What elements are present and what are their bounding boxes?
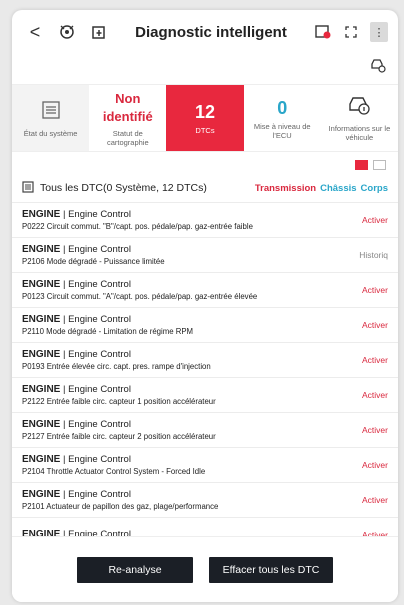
dtc-system: ENGINE — [22, 243, 61, 255]
dtc-description: Mode dégradé - Limitation de régime RPM — [46, 326, 194, 336]
view-toggle — [12, 152, 398, 178]
dtc-module: Engine Control — [68, 418, 131, 430]
reanalyse-button[interactable]: Re-analyse — [77, 556, 193, 583]
list-view-icon[interactable] — [355, 160, 368, 170]
dtc-status: Activer — [362, 495, 388, 505]
dtc-system: ENGINE — [22, 313, 61, 325]
dtc-row[interactable]: ENGINE | Engine Control P2127 Entrée fai… — [12, 412, 398, 447]
dtc-row[interactable]: ENGINE | Engine Control P0222 Circuit co… — [12, 202, 398, 237]
more-menu-icon[interactable]: ⋮ — [370, 22, 388, 42]
dtc-count-value: 12 — [194, 102, 216, 122]
system-state-label: État du système — [23, 128, 78, 138]
grid-view-icon[interactable] — [373, 160, 386, 170]
top-bar: < Diagnostic intelligent ⋮ — [12, 10, 398, 54]
dtc-list: ENGINE | Engine Control P0222 Circuit co… — [12, 202, 398, 552]
dtc-row[interactable]: ENGINE | Engine Control P2101 Actuateur … — [12, 482, 398, 517]
dtc-module: Engine Control — [68, 243, 131, 255]
dtc-code: P2104 — [22, 466, 45, 476]
dtc-row[interactable]: ENGINE | Engine Control P2110 Mode dégra… — [12, 307, 398, 342]
system-list-icon — [40, 99, 62, 126]
dtc-system: ENGINE — [22, 208, 61, 220]
dtc-row[interactable]: ENGINE | Engine Control P0123 Circuit co… — [12, 272, 398, 307]
ecu-upgrade-value: 0 — [277, 97, 288, 118]
vehicle-info-label: Informations sur le véhicule — [328, 124, 391, 142]
dtc-code: P2122 — [22, 396, 45, 406]
clear-all-dtc-button[interactable]: Effacer tous les DTC — [209, 556, 333, 583]
mapping-status-value: Non identifié — [102, 90, 153, 124]
dtc-code: P2101 — [22, 501, 45, 511]
dtc-row[interactable]: ENGINE | Engine Control P2106 Mode dégra… — [12, 237, 398, 272]
ecu-upgrade-tile[interactable]: 0 Mise à niveau de l'ECU — [244, 85, 321, 151]
dtc-code: P2106 — [22, 256, 45, 266]
dtc-code: P2110 — [22, 326, 44, 336]
dtc-system: ENGINE — [22, 348, 61, 360]
dtc-module: Engine Control — [68, 348, 131, 360]
dtc-module: Engine Control — [68, 383, 131, 395]
filter-icon[interactable] — [22, 180, 34, 196]
dtc-count-tile[interactable]: 12 DTCs — [166, 85, 244, 151]
mapping-status-label: Statut de cartographie — [106, 128, 149, 147]
dtc-status: Historiq — [359, 250, 388, 260]
ecu-upgrade-label: Mise à niveau de l'ECU — [253, 121, 311, 140]
dtc-code: P0123 — [22, 291, 45, 301]
mapping-status-tile[interactable]: Non identifié Statut de cartographie — [89, 85, 166, 151]
filter-corps[interactable]: Corps — [361, 183, 388, 194]
dtc-code: P0193 — [22, 361, 45, 371]
vci-connection-icon[interactable] — [58, 23, 76, 41]
report-icon[interactable] — [314, 24, 332, 40]
all-dtc-filter[interactable]: Tous les DTC(0 Système, 12 DTCs) — [40, 182, 251, 194]
dtc-code: P2127 — [22, 431, 45, 441]
dtc-description: Entrée faible circ. capteur 1 position a… — [46, 396, 216, 406]
dtc-status: Activer — [362, 320, 388, 330]
dtc-module: Engine Control — [68, 208, 131, 220]
page-title: Diagnostic intelligent — [135, 23, 287, 41]
dtc-system: ENGINE — [22, 383, 61, 395]
dtc-description: Circuit commut. "A"/capt. pos. pédale/pa… — [46, 291, 258, 301]
dtc-system: ENGINE — [22, 278, 61, 290]
dtc-module: Engine Control — [68, 278, 131, 290]
dtc-system: ENGINE — [22, 418, 61, 430]
back-arrow-icon[interactable]: < — [26, 22, 44, 43]
vehicle-info-icon[interactable] — [370, 57, 386, 78]
filter-transmission[interactable]: Transmission — [255, 183, 316, 194]
dtc-code: P0222 — [22, 221, 45, 231]
vehicle-icon-row — [12, 54, 398, 80]
dtc-module: Engine Control — [68, 313, 131, 325]
expand-icon[interactable] — [344, 25, 358, 39]
dtc-count-label: DTCs — [195, 126, 215, 135]
dtc-status: Activer — [362, 215, 388, 225]
dtc-description: Entrée faible circ. capteur 2 position a… — [46, 431, 216, 441]
action-bar: Re-analyse Effacer tous les DTC — [12, 536, 398, 602]
dtc-module: Engine Control — [68, 488, 131, 500]
dtc-status: Activer — [362, 390, 388, 400]
dtc-description: Actuateur de papillon des gaz, plage/per… — [46, 501, 219, 511]
dtc-description: Mode dégradé - Puissance limitée — [46, 256, 165, 266]
dtc-filter-bar: Tous les DTC(0 Système, 12 DTCs) Transmi… — [12, 178, 398, 198]
system-state-tile[interactable]: État du système — [12, 85, 90, 151]
dtc-system: ENGINE — [22, 488, 61, 500]
dtc-row[interactable]: ENGINE | Engine Control P0193 Entrée éle… — [12, 342, 398, 377]
dtc-status: Activer — [362, 460, 388, 470]
dtc-system: ENGINE — [22, 453, 61, 465]
dtc-module: Engine Control — [68, 453, 131, 465]
dtc-status: Activer — [362, 425, 388, 435]
dtc-row[interactable]: ENGINE | Engine Control P2104 Throttle A… — [12, 447, 398, 482]
vehicle-info-tile[interactable]: Informations sur le véhicule — [321, 85, 398, 151]
dtc-row[interactable]: ENGINE | Engine Control P2122 Entrée fai… — [12, 377, 398, 412]
app-window: < Diagnostic intelligent ⋮ État du systè… — [12, 10, 398, 602]
dtc-status: Activer — [362, 355, 388, 365]
dtc-description: Throttle Actuator Control System - Force… — [46, 466, 206, 476]
dtc-description: Entrée élevée circ. capt. pres. rampe d'… — [46, 361, 211, 371]
filter-chassis[interactable]: Châssis — [320, 183, 356, 194]
export-report-icon[interactable] — [90, 23, 108, 41]
summary-panel: État du système Non identifié Statut de … — [12, 84, 398, 152]
car-info-icon — [347, 94, 371, 121]
dtc-description: Circuit commut. "B"/capt. pos. pédale/pa… — [46, 221, 253, 231]
dtc-status: Activer — [362, 285, 388, 295]
